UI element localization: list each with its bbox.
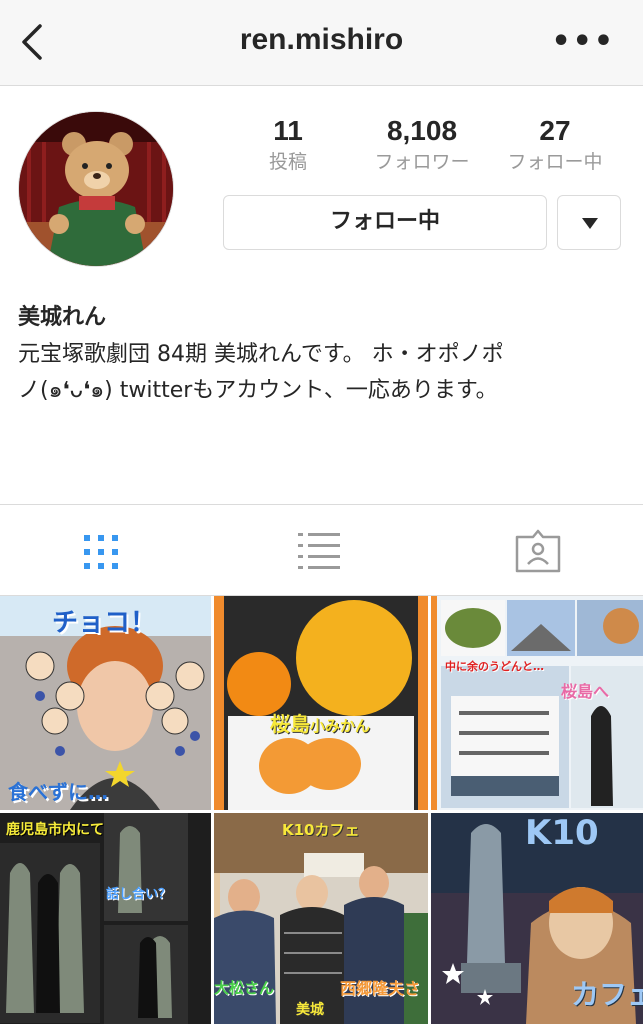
tab-grid[interactable] (0, 505, 214, 595)
post-thumbnail[interactable]: チョコ！ 食べずに… (0, 596, 211, 810)
post-caption: K10カフェ (282, 821, 360, 839)
profile-name: 美城れん (18, 305, 107, 330)
post-caption: チョコ！ (52, 608, 157, 638)
post-caption: K10 (525, 813, 599, 853)
post-caption: 桜島小みかん (270, 708, 370, 737)
profile-bio: 元宝塚歌劇団 84期 美城れんです。 ホ・オポノポ ノ(๑❛ᴗ❛๑) twitt… (18, 337, 628, 409)
following-label: フォロー中 (507, 151, 603, 173)
following-count: 27 (539, 115, 571, 146)
followers-label: フォロワー (374, 151, 470, 173)
suggestions-dropdown-button[interactable] (557, 195, 621, 250)
post-caption: 大松さん (214, 979, 275, 997)
tagged-icon (515, 529, 561, 573)
posts-grid: チョコ！ 食べずに… 桜島小みかん 中に余のうどんと… 桜島へ 鹿児島市内にて … (0, 596, 643, 1024)
post-caption: カフェ (571, 978, 643, 1011)
bio-line: 元宝塚歌劇団 84期 美城れんです。 ホ・オポノポ (18, 342, 504, 367)
posts-stat[interactable]: 11 投稿 (255, 115, 321, 174)
post-caption: 桜島へ (561, 682, 610, 701)
post-thumbnail[interactable]: K10カフェ 西郷隆夫さ 大松さん 美城 (214, 813, 428, 1024)
post-caption: 鹿児島市内にて (6, 822, 104, 838)
following-stat[interactable]: 27 フォロー中 (497, 115, 613, 174)
post-caption: 食べずに… (8, 780, 108, 804)
post-caption: 中に余のうどんと… (445, 660, 544, 673)
post-thumbnail[interactable]: 桜島小みかん (214, 596, 428, 810)
tab-tagged[interactable] (428, 505, 643, 595)
grid-icon (84, 535, 118, 569)
post-thumbnail[interactable]: 中に余のうどんと… 桜島へ (431, 596, 643, 810)
post-caption: 桜島 (270, 712, 310, 736)
post-thumbnail[interactable]: 鹿児島市内にて 話し合い？ (0, 813, 211, 1024)
following-button[interactable]: フォロー中 (223, 195, 547, 250)
posts-count: 11 (273, 115, 303, 146)
nav-bar: ren.mishiro ••• (0, 0, 643, 86)
more-options-icon[interactable]: ••• (551, 27, 615, 57)
list-icon (298, 533, 340, 569)
username-title: ren.mishiro (239, 23, 404, 56)
followers-count: 8,108 (386, 115, 458, 146)
caret-down-icon (582, 218, 598, 229)
avatar[interactable] (18, 111, 174, 267)
post-caption: 西郷隆夫さ (340, 979, 421, 998)
bio-line: ノ(๑❛ᴗ❛๑) twitterもアカウント、一応あります。 (18, 378, 498, 403)
tab-list[interactable] (214, 505, 428, 595)
post-caption: 小みかん (310, 717, 371, 735)
post-caption: 話し合い？ (106, 887, 172, 902)
posts-label: 投稿 (268, 151, 307, 173)
post-caption: 美城 (296, 1002, 324, 1018)
followers-stat[interactable]: 8,108 フォロワー (362, 115, 482, 174)
profile-tabs (0, 504, 643, 596)
post-thumbnail[interactable]: K10 カフェ (431, 813, 643, 1024)
